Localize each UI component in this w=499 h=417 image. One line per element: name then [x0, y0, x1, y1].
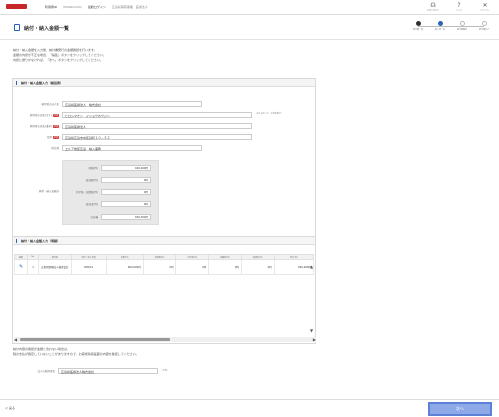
document-icon	[14, 24, 20, 31]
row-latefee: 0円	[240, 259, 275, 275]
scroll-down-icon[interactable]: ▼	[310, 328, 313, 333]
row-year: R05/12	[70, 259, 107, 275]
table-row: ✎ 1 広島県医療法人株式会社 R05/12 600,000円 0円 0円 0円…	[13, 259, 315, 275]
scrollbar-thumb[interactable]	[20, 338, 170, 341]
bottom-note: 納付内容の確認が金額と合わない場合は、 税の支払が確定していないことがありますの…	[13, 347, 139, 356]
amount-tax-input[interactable]: 600,000円	[101, 164, 151, 171]
help-icon[interactable]: ? ヘルプ	[451, 3, 467, 13]
step-2: 納入金一覧	[431, 21, 449, 31]
amount-latefee-input[interactable]: 0円	[101, 200, 151, 207]
step-4: 納付書完了	[475, 21, 493, 31]
scroll-right-icon[interactable]: ▶	[313, 337, 316, 342]
intro-text: 納付・納入金額を入力後、納付書発行の金額確認を行います。 金額の内訳が不正な場合…	[13, 48, 106, 62]
step-1: 納付書一覧	[409, 21, 427, 31]
name-kanji-input[interactable]: 広島県医療法人	[62, 122, 252, 129]
amount-box: 本税(円) 600,000円 延滞税(円) 0円 利子税・加算税(円) 0円 延…	[62, 160, 159, 225]
field-label: 納付者の氏名(漢字) 必須	[30, 124, 59, 128]
brand-logo	[6, 4, 27, 9]
row-no: 1	[27, 259, 39, 275]
bottom-field-hint: (半角)	[162, 369, 168, 372]
page-title: 納付・納入金額一覧	[24, 26, 70, 32]
amount-total-label: 納付・納入金額計	[38, 189, 59, 193]
help-label: ヘルプ	[455, 10, 462, 12]
footer-bar: ＜ 戻る 次へ	[0, 399, 499, 417]
amount-interest-input[interactable]: 0円	[101, 188, 151, 195]
title-bar: 納付・納入金額一覧 納付書一覧 納入金一覧 納付書確認 納付書完了	[0, 18, 499, 40]
headset-icon[interactable]: ☊ お問い合わせ	[425, 3, 441, 13]
row-payer: 広島県医療法人株式会社	[38, 259, 72, 275]
field-name-kana: 納付者の氏名(カナ) 必須 ヒロシマケン イリョウホウジン (法人名を入力、半角英…	[12, 111, 282, 118]
horizontal-scrollbar[interactable]: ◀ ▶	[14, 337, 316, 342]
amount-row-latefee: 延滞金(円) 0円	[63, 200, 160, 207]
bottom-field-input[interactable]: 広島県医療法人株式会社	[58, 368, 158, 374]
name-kana-note: (法人名を入力、半角英数字)	[256, 113, 282, 115]
summary-panel-title: 納付・納入金額入力（総括表）	[13, 79, 315, 87]
row-tax: 600,000円	[105, 259, 144, 275]
row-interest: 0円	[175, 259, 210, 275]
detail-table: 編集 No. 納付者 納付・納入年度 本税(円) 延滞税(円) 利子税(円) 加…	[13, 254, 315, 275]
top-bar: 利用者ID (RNGK1234) 最終ログイン 広島県病院事業 医療法人 ☊ お…	[0, 0, 499, 15]
user-name-label: 最終ログイン	[87, 5, 106, 9]
amount-late-input[interactable]: 0円	[101, 176, 151, 183]
field-label: 納付者の氏名(カナ) 必須	[30, 113, 59, 117]
user-id-label: 利用者ID	[45, 5, 58, 9]
amount-total-label-row: 納付・納入金額計	[12, 187, 62, 194]
user-info: 利用者ID (RNGK1234) 最終ログイン 広島県病院事業 医療法人	[45, 5, 148, 9]
step-3: 納付書確認	[453, 21, 471, 31]
field-corp-name: 納付者の法人名 広島県医療法人 株式会社	[12, 100, 202, 107]
user-name-value: 広島県病院事業 医療法人	[111, 5, 148, 9]
row-total: 600,000円	[273, 259, 315, 275]
close-icon[interactable]: ✕ ログアウト	[477, 3, 493, 13]
scroll-left-icon[interactable]: ◀	[14, 337, 17, 342]
back-link[interactable]: ＜ 戻る	[5, 406, 15, 410]
row-late: 0円	[142, 259, 177, 275]
headset-label: お問い合わせ	[426, 10, 439, 12]
scroll-up-icon[interactable]: ▲	[310, 264, 313, 269]
amount-row-total: 合計額 600,000円	[63, 213, 160, 220]
user-id-value: (RNGK1234)	[63, 5, 82, 9]
detail-panel: 納付・納入金額入力（明細）	[12, 236, 316, 344]
amount-row-late: 延滞税(円) 0円	[63, 176, 160, 183]
next-button[interactable]: 次へ	[428, 402, 492, 416]
edit-pencil-icon[interactable]: ✎	[13, 259, 29, 275]
amount-row-tax: 本税(円) 600,000円	[63, 164, 160, 171]
amount-row-interest: 利子税・加算税(円) 0円	[63, 188, 160, 195]
detail-panel-title: 納付・納入金額入力（明細）	[13, 237, 315, 245]
field-label: 納付者の法人名	[41, 102, 59, 106]
bottom-field-label: 法人の納付者名	[37, 370, 55, 373]
field-address: 住所 必須 広島県広島市中区基町１０－５２	[12, 133, 252, 140]
location-input[interactable]: エルア地区広島 納入事務	[62, 144, 202, 151]
address-input[interactable]: 広島県広島市中区基町１０－５２	[62, 133, 252, 140]
bottom-field: 法人の納付者名 広島県医療法人株式会社 (半角)	[18, 368, 168, 374]
logout-label: ログアウト	[479, 10, 490, 12]
field-location: 所在地 エルア地区広島 納入事務	[12, 144, 202, 151]
field-label: 住所 必須	[46, 135, 59, 139]
amount-total-value: 600,000円	[101, 213, 151, 220]
field-label: 所在地	[51, 146, 59, 150]
name-kana-input[interactable]: ヒロシマケン イリョウホウジン	[62, 111, 252, 118]
corp-name-input[interactable]: 広島県医療法人 株式会社	[62, 100, 202, 107]
vertical-scrollbar[interactable]: ▲ ▼	[310, 264, 315, 336]
field-name-kanji: 納付者の氏名(漢字) 必須 広島県医療法人	[12, 122, 252, 129]
top-icons: ☊ お問い合わせ ? ヘルプ ✕ ログアウト	[425, 3, 493, 13]
row-add: 0円	[208, 259, 242, 275]
progress-steps: 納付書一覧 納入金一覧 納付書確認 納付書完了	[409, 21, 493, 31]
